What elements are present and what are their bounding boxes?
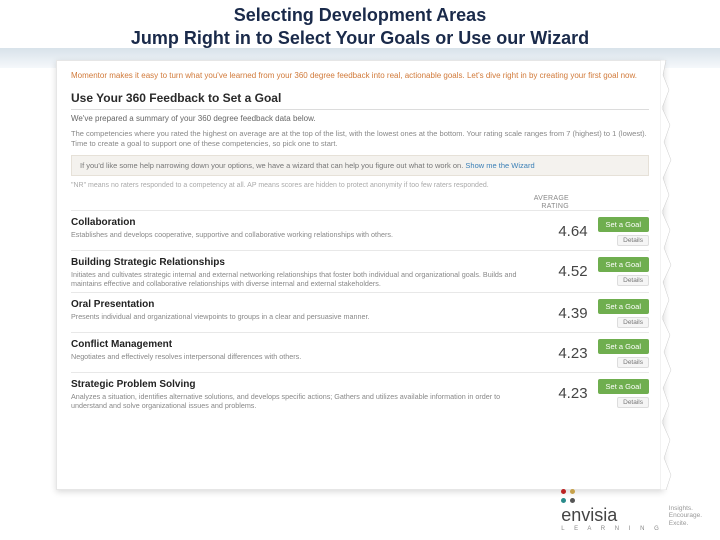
competency-name: Strategic Problem Solving: [71, 379, 519, 390]
show-wizard-link[interactable]: Show me the Wizard: [465, 161, 534, 170]
competency-rating: 4.52: [548, 263, 588, 280]
set-goal-button[interactable]: Set a Goal: [598, 299, 649, 314]
competency-row: Collaboration Establishes and develops co…: [71, 210, 649, 250]
competency-description: Presents individual and organizational v…: [71, 312, 519, 321]
details-button[interactable]: Details: [617, 397, 649, 408]
slide-title: Selecting Development Areas Jump Right i…: [0, 0, 720, 49]
section-subtitle: We've prepared a summary of your 360 deg…: [71, 114, 649, 123]
competency-list: Collaboration Establishes and develops co…: [71, 210, 649, 414]
competency-name: Conflict Management: [71, 339, 519, 350]
details-button[interactable]: Details: [617, 275, 649, 286]
legend-footnote: "NR" means no raters responded to a comp…: [71, 182, 649, 189]
logo-tagline: Insights. Encourage. Excite.: [669, 505, 702, 528]
section-heading: Use Your 360 Feedback to Set a Goal: [71, 81, 649, 110]
competency-description: Negotiates and effectively resolves inte…: [71, 352, 519, 361]
competency-rating: 4.64: [548, 223, 588, 240]
logo-brand: envisia: [561, 505, 617, 526]
set-goal-button[interactable]: Set a Goal: [598, 379, 649, 394]
competency-rating: 4.23: [548, 385, 588, 402]
set-goal-button[interactable]: Set a Goal: [598, 217, 649, 232]
details-button[interactable]: Details: [617, 357, 649, 368]
competency-rating: 4.23: [548, 345, 588, 362]
wizard-banner: If you'd like some help narrowing down y…: [71, 155, 649, 176]
competency-row: Oral Presentation Presents individual and…: [71, 292, 649, 332]
competency-name: Collaboration: [71, 217, 519, 228]
intro-text: Momentor makes it easy to turn what you'…: [71, 71, 649, 81]
logo-subbrand: L E A R N I N G: [561, 526, 662, 532]
details-button[interactable]: Details: [617, 235, 649, 246]
competency-description: Initiates and cultivates strategic inter…: [71, 270, 519, 288]
set-goal-button[interactable]: Set a Goal: [598, 257, 649, 272]
title-line-1: Selecting Development Areas: [0, 4, 720, 27]
section-note: The competencies where you rated the hig…: [71, 129, 649, 149]
competency-row: Conflict Management Negotiates and effect…: [71, 332, 649, 372]
footer-logo: envisia L E A R N I N G Insights. Encour…: [561, 489, 702, 532]
competency-description: Establishes and develops cooperative, su…: [71, 230, 519, 239]
competency-rating: 4.39: [548, 305, 588, 322]
logo-mark-icon: [561, 489, 575, 503]
competency-row: Building Strategic Relationships Initiate…: [71, 250, 649, 292]
rating-column-header: AVERAGE RATING: [71, 195, 649, 210]
set-goal-button[interactable]: Set a Goal: [598, 339, 649, 354]
competency-name: Oral Presentation: [71, 299, 519, 310]
title-line-2: Jump Right in to Select Your Goals or Us…: [0, 27, 720, 50]
competency-name: Building Strategic Relationships: [71, 257, 519, 268]
wizard-text: If you'd like some help narrowing down y…: [80, 161, 463, 170]
details-button[interactable]: Details: [617, 317, 649, 328]
competency-description: Analyzes a situation, identifies alterna…: [71, 392, 519, 410]
competency-row: Strategic Problem Solving Analyzes a situ…: [71, 372, 649, 414]
goal-setup-panel: Momentor makes it easy to turn what you'…: [56, 60, 664, 490]
